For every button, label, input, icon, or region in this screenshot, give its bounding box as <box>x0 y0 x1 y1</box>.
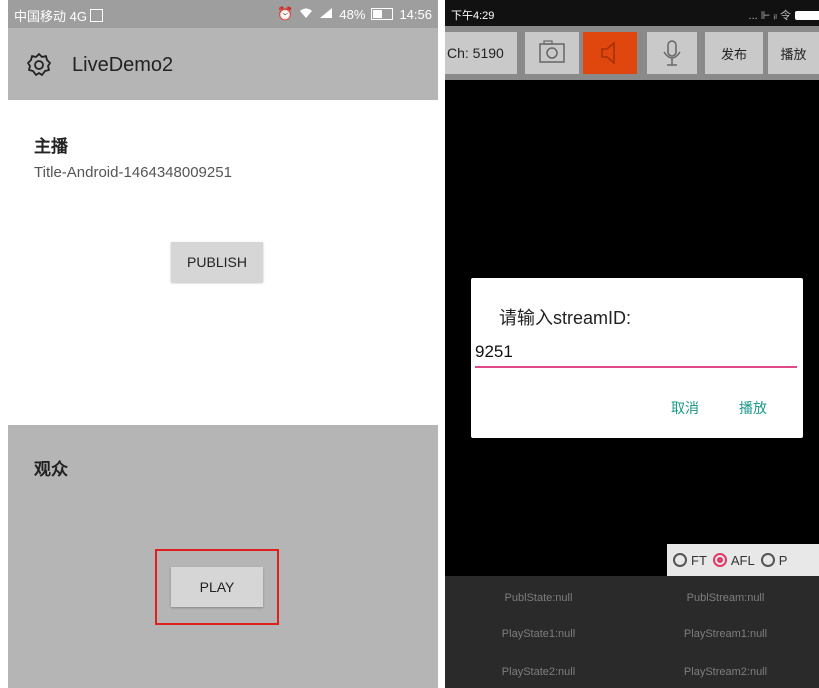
right-phone-screen: 下午4:29 ... ⊩ ᵢₗ 令 Ch: 5190 发布 播放 请输入stre… <box>445 0 819 688</box>
radio-p-label: P <box>778 552 788 568</box>
play-state2: PlayState2:null <box>501 666 576 678</box>
status-bar: 中国移动 4G ⏰ 48% 14:56 <box>8 0 438 28</box>
channel-label: Ch: 5190 <box>445 32 517 74</box>
confirm-play-button[interactable]: 播放 <box>739 398 767 418</box>
toolbar: Ch: 5190 发布 播放 <box>445 26 819 80</box>
dialog-title: 请输入streamID: <box>499 308 632 328</box>
audience-heading: 观众 <box>34 460 68 479</box>
cancel-button[interactable]: 取消 <box>671 398 699 418</box>
camera-icon <box>525 40 579 78</box>
gear-icon[interactable] <box>26 52 52 78</box>
sim-icon <box>89 9 103 22</box>
left-phone-screen: 中国移动 4G ⏰ 48% 14:56 LiveDemo2 主播 Title-A… <box>8 0 438 688</box>
stream-id-input[interactable] <box>475 338 797 368</box>
stream-title: Title-Android-1464348009251 <box>34 164 232 181</box>
app-title: LiveDemo2 <box>72 54 174 76</box>
carrier-label: 中国移动 4G <box>14 9 87 24</box>
status-time: 14:56 <box>399 6 432 22</box>
stream-id-dialog: 请输入streamID: 取消 播放 <box>471 278 803 438</box>
play-button[interactable]: 播放 <box>768 32 819 74</box>
stats-panel: PublState:null PublStream:null PlayState… <box>445 576 819 688</box>
radio-afl-label: AFL <box>730 552 755 568</box>
app-bar: LiveDemo2 <box>8 28 438 100</box>
wifi-icon <box>299 7 313 22</box>
alarm-icon: ⏰ <box>277 6 294 21</box>
speaker-icon <box>583 41 637 78</box>
microphone-icon <box>647 40 697 78</box>
broadcaster-heading: 主播 <box>34 137 68 156</box>
mic-button[interactable] <box>647 32 697 74</box>
radio-ft-label: FT <box>691 552 707 568</box>
play-button[interactable]: PLAY <box>171 567 263 607</box>
speaker-button[interactable] <box>583 32 637 74</box>
battery-icon <box>371 8 394 20</box>
publish-button[interactable]: PUBLISH <box>171 242 263 282</box>
status-indicators: ... ⊩ ᵢₗ 令 <box>748 10 791 22</box>
broadcaster-section: 主播 Title-Android-1464348009251 PUBLISH <box>8 100 438 425</box>
play-stream1: PlayStream1:null <box>683 628 768 640</box>
publish-button[interactable]: 发布 <box>705 32 763 74</box>
radio-afl[interactable] <box>712 553 727 567</box>
audience-section: 观众 PLAY <box>8 425 438 688</box>
battery-percent: 48% <box>339 6 366 22</box>
status-bar: 下午4:29 ... ⊩ ᵢₗ 令 <box>445 0 819 26</box>
mode-radio-group: FT AFL P <box>667 544 819 576</box>
play-stream2: PlayStream2:null <box>683 666 768 678</box>
battery-icon <box>795 10 819 20</box>
radio-ft[interactable] <box>673 553 687 567</box>
radio-p[interactable] <box>760 553 775 567</box>
signal-icon <box>319 7 333 22</box>
play-state1: PlayState1:null <box>501 628 576 640</box>
publ-state: PublState:null <box>504 592 573 604</box>
status-time: 下午4:29 <box>451 10 495 22</box>
publ-stream: PublStream:null <box>686 592 765 604</box>
camera-button[interactable] <box>525 32 579 74</box>
